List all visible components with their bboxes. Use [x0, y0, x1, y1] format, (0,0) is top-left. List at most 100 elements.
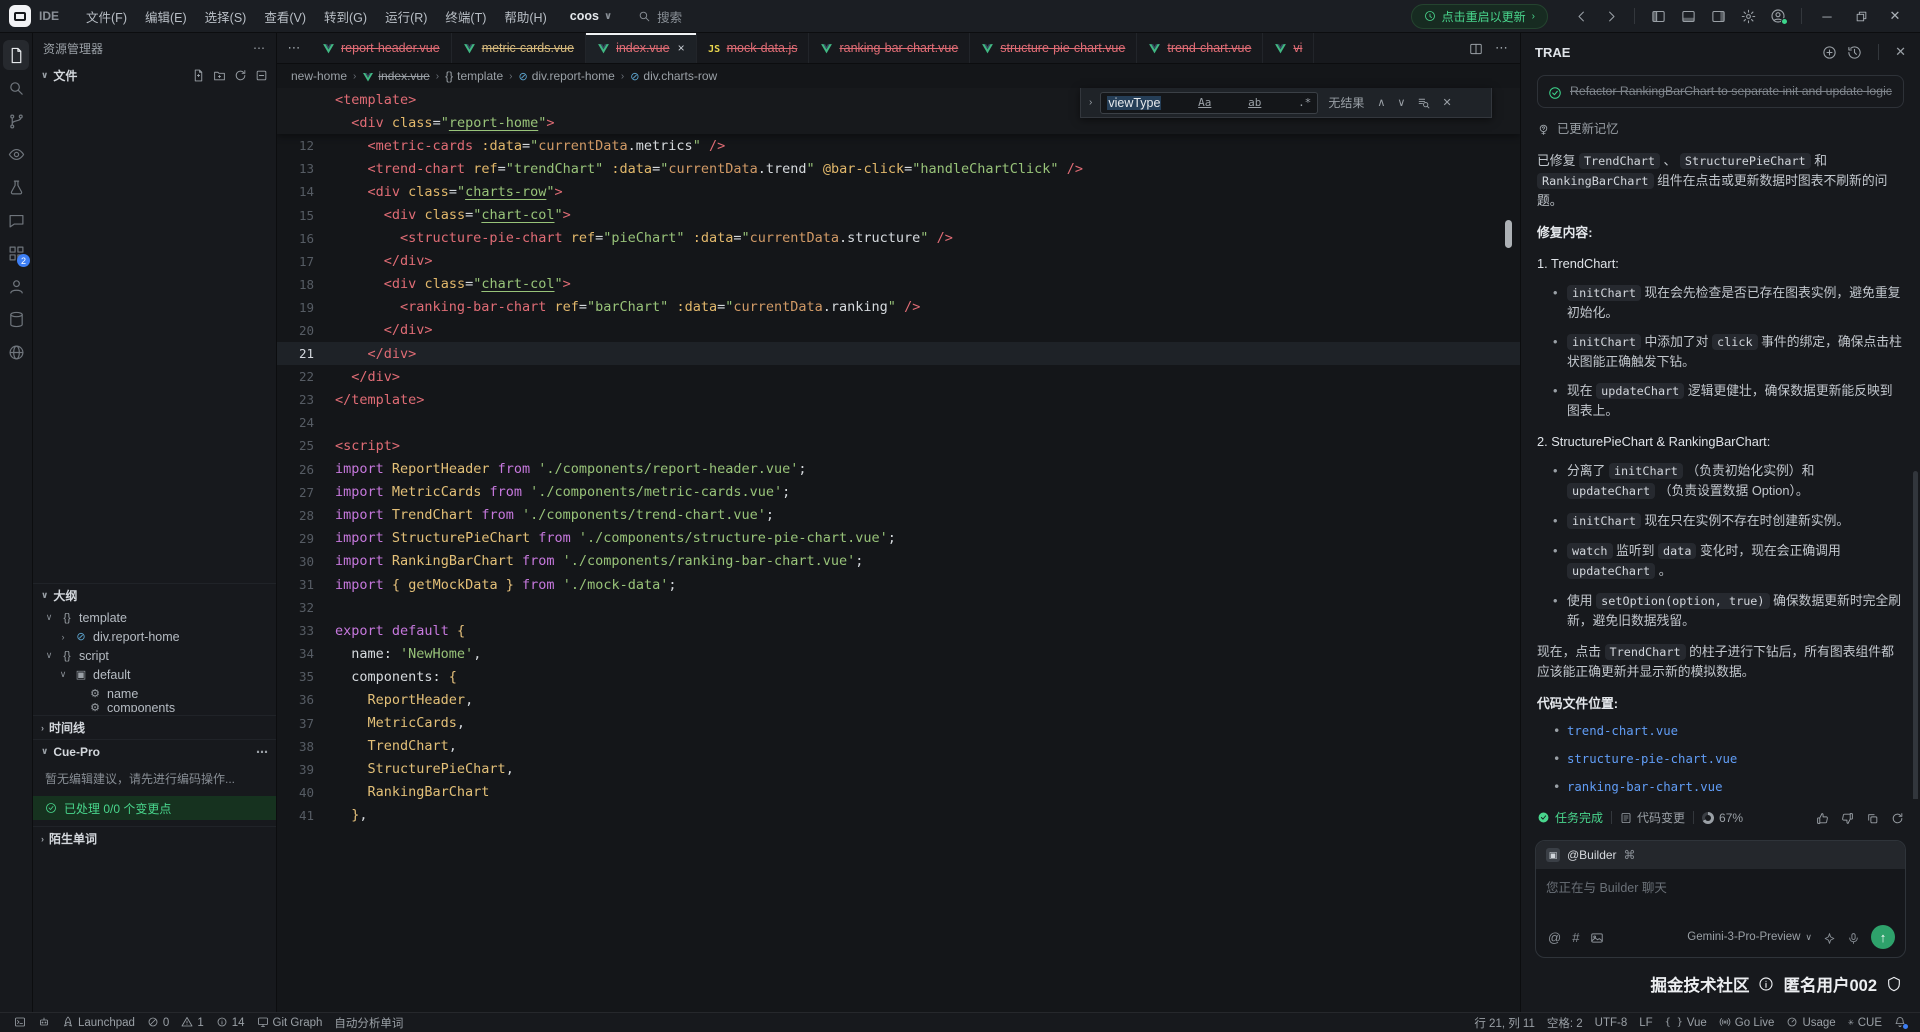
code-line-25[interactable]: 25<script> [277, 434, 1520, 457]
code-line-23[interactable]: 23</template> [277, 388, 1520, 411]
statusbar-cue[interactable]: ✳CUE [1842, 1013, 1888, 1032]
back-button[interactable] [1568, 4, 1594, 28]
code-line-33[interactable]: 33export default { [277, 619, 1520, 642]
code-line-16[interactable]: 16 <structure-pie-chart ref="pieChart" :… [277, 227, 1520, 250]
account-icon[interactable] [1765, 4, 1791, 28]
code-line-15[interactable]: 15 <div class="chart-col"> [277, 203, 1520, 226]
statusbar-warnings[interactable]: 1 [175, 1013, 209, 1032]
outline-section-header[interactable]: ∨ 大纲 [33, 583, 276, 607]
outline-item-div-report-home[interactable]: ›⊘div.report-home [33, 627, 276, 646]
find-in-selection-icon[interactable] [1414, 96, 1433, 109]
mic-icon[interactable] [1847, 929, 1860, 944]
tab-trend-chart-vue[interactable]: trend-chart.vue [1137, 33, 1263, 63]
code-line-21[interactable]: 21 </div> [277, 342, 1520, 365]
code-line-12[interactable]: 12 <metric-cards :data="currentData.metr… [277, 134, 1520, 157]
statusbar-errors[interactable]: 0 [141, 1013, 175, 1032]
statusbar-infos[interactable]: 14 [210, 1013, 251, 1032]
file-link[interactable]: ranking-bar-chart.vue [1537, 778, 1904, 797]
file-link[interactable]: trend-chart.vue [1537, 722, 1904, 741]
statusbar-indentation[interactable]: 空格: 2 [1541, 1013, 1589, 1032]
close-panel-icon[interactable]: ✕ [1895, 44, 1906, 60]
tab-metric-cards-vue[interactable]: metric-cards.vue [452, 33, 586, 63]
activity-extensions-icon[interactable]: 2 [3, 238, 29, 268]
menu-选择S[interactable]: 选择(S) [196, 3, 256, 30]
find-next-icon[interactable]: ∨ [1394, 96, 1408, 109]
code-line-34[interactable]: 34 name: 'NewHome', [277, 642, 1520, 665]
breadcrumb-item-template[interactable]: {}template [445, 69, 503, 83]
code-line-31[interactable]: 31import { getMockData } from './mock-da… [277, 573, 1520, 596]
code-changes-button[interactable]: 代码变更 [1620, 809, 1685, 826]
breadcrumb-item-index-vue[interactable]: index.vue [362, 69, 429, 83]
restore-button[interactable] [1846, 4, 1876, 28]
outline-item-default[interactable]: ∨▣default [33, 665, 276, 684]
activity-account-view-icon[interactable] [3, 271, 29, 301]
files-section-header[interactable]: ∨ 文件 [33, 63, 276, 87]
menu-终端T[interactable]: 终端(T) [436, 3, 495, 30]
editor-more-actions-icon[interactable]: ⋯ [1495, 40, 1508, 56]
app-logo-icon[interactable] [9, 5, 31, 27]
find-input[interactable]: viewType Aa ab .* [1100, 92, 1318, 114]
collapse-all-icon[interactable] [255, 68, 268, 82]
todo-item[interactable]: Refactor RankingBarChart to separate ini… [1537, 75, 1904, 108]
tab-report-header-vue[interactable]: report-header.vue [311, 33, 452, 63]
new-chat-icon[interactable] [1822, 44, 1837, 60]
timeline-section-header[interactable]: › 时间线 [33, 715, 276, 739]
toggle-panel-button[interactable] [1675, 4, 1701, 28]
close-window-button[interactable]: ✕ [1880, 4, 1910, 28]
regex-icon[interactable]: .* [1298, 96, 1311, 109]
forward-button[interactable] [1598, 4, 1624, 28]
statusbar-usage[interactable]: Usage [1780, 1013, 1841, 1032]
more-actions-icon[interactable]: ⋯ [256, 745, 268, 759]
tab-ranking-bar-chart-vue[interactable]: ranking-bar-chart.vue [809, 33, 970, 63]
close-tab-icon[interactable]: × [678, 41, 685, 55]
new-folder-icon[interactable] [213, 68, 226, 82]
breadcrumb-item-div-charts-row[interactable]: ⊘div.charts-row [630, 69, 717, 83]
code-line-40[interactable]: 40 RankingBarChart [277, 781, 1520, 804]
activity-remote-icon[interactable] [3, 337, 29, 367]
statusbar-go-live[interactable]: Go Live [1713, 1013, 1781, 1032]
settings-gear-icon[interactable] [1735, 4, 1761, 28]
outline-item-script[interactable]: ∨{}script [33, 646, 276, 665]
statusbar-git-graph[interactable]: Git Graph [251, 1013, 329, 1032]
statusbar-eol[interactable]: LF [1633, 1013, 1658, 1032]
tab-index-vue[interactable]: index.vue× [586, 33, 697, 63]
activity-search-icon[interactable] [3, 73, 29, 103]
code-line-41[interactable]: 41 }, [277, 804, 1520, 827]
code-line-17[interactable]: 17 </div> [277, 250, 1520, 273]
code-line-38[interactable]: 38 TrendChart, [277, 735, 1520, 758]
menu-转到G[interactable]: 转到(G) [315, 3, 376, 30]
code-line-39[interactable]: 39 StructurePieChart, [277, 758, 1520, 781]
breadcrumb-item-div-report-home[interactable]: ⊘div.report-home [518, 69, 614, 83]
code-line-14[interactable]: 14 <div class="charts-row"> [277, 180, 1520, 203]
more-actions-icon[interactable]: ⋯ [253, 41, 266, 55]
activity-explorer-icon[interactable] [3, 40, 29, 70]
words-section-header[interactable]: › 陌生单词 [33, 826, 276, 850]
whole-word-icon[interactable]: ab [1248, 96, 1261, 109]
outline-item-name[interactable]: ⚙name [33, 684, 276, 703]
hash-icon[interactable]: # [1572, 930, 1579, 945]
toggle-replace-icon[interactable]: › [1087, 97, 1094, 108]
cuepro-section-header[interactable]: ∨ Cue-Pro ⋯ [33, 739, 276, 763]
code-line-18[interactable]: 18 <div class="chart-col"> [277, 273, 1520, 296]
cuepro-processed-bar[interactable]: 已处理 0/0 个变更点 [33, 796, 276, 820]
statusbar-cursor-position[interactable]: 行 21, 列 11 [1468, 1013, 1541, 1032]
toggle-sidebar-left-button[interactable] [1645, 4, 1671, 28]
code-line-28[interactable]: 28import TrendChart from './components/t… [277, 504, 1520, 527]
toggle-sidebar-right-button[interactable] [1705, 4, 1731, 28]
code-line-27[interactable]: 27import MetricCards from './components/… [277, 481, 1520, 504]
project-switcher[interactable]: coos ∨ [570, 9, 612, 23]
find-previous-icon[interactable]: ∧ [1374, 96, 1388, 109]
statusbar-encoding[interactable]: UTF-8 [1589, 1013, 1634, 1032]
code-line-29[interactable]: 29import StructurePieChart from './compo… [277, 527, 1520, 550]
tab-overflow-icon[interactable]: ⋯ [277, 33, 311, 63]
outline-item-components[interactable]: ⚙components [33, 703, 276, 712]
attach-image-icon[interactable] [1590, 929, 1604, 945]
menu-查看V[interactable]: 查看(V) [255, 3, 315, 30]
sparkle-icon[interactable] [1823, 929, 1836, 944]
menu-运行R[interactable]: 运行(R) [376, 3, 436, 30]
tab-vi[interactable]: vi [1263, 33, 1314, 63]
menu-帮助H[interactable]: 帮助(H) [495, 3, 555, 30]
code-line-30[interactable]: 30import RankingBarChart from './compone… [277, 550, 1520, 573]
statusbar-terminal-indicator[interactable] [8, 1013, 32, 1032]
code-line-37[interactable]: 37 MetricCards, [277, 712, 1520, 735]
